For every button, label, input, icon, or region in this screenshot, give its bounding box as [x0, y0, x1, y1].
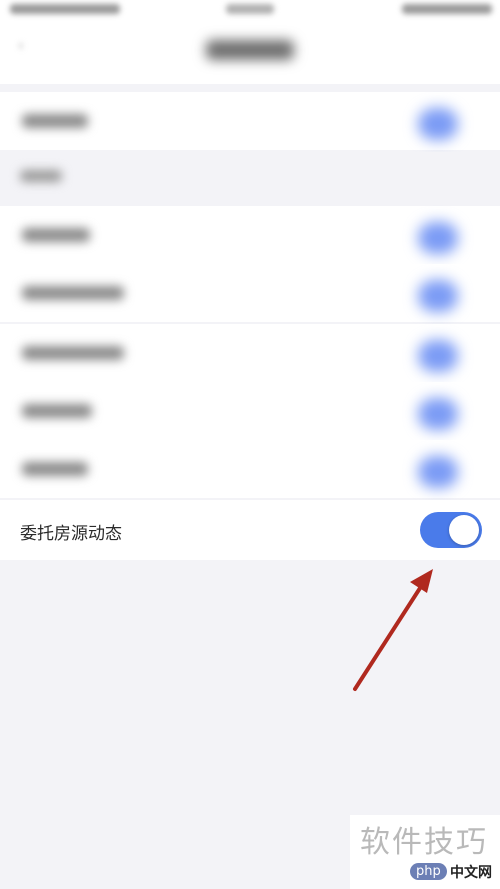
annotation-arrow-icon	[353, 569, 433, 691]
watermark-logo: php	[410, 863, 447, 880]
watermark: 软件技巧 php 中文网	[350, 815, 500, 889]
watermark-text: 软件技巧	[360, 825, 488, 860]
watermark-site: 中文网	[450, 865, 492, 881]
